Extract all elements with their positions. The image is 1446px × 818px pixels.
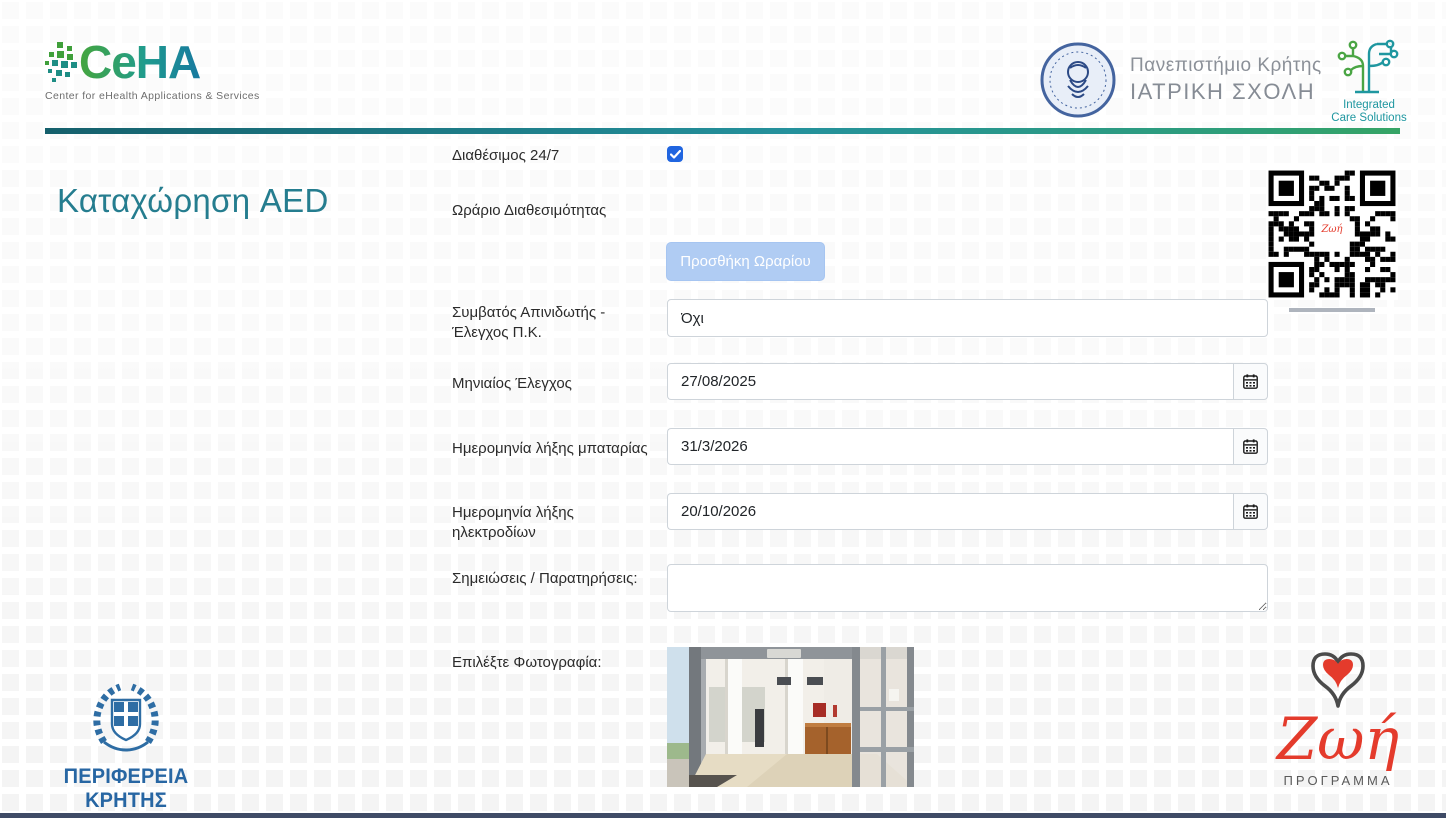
battery-expiry-input[interactable] [667,428,1233,465]
notes-label: Σημειώσεις / Παρατηρήσεις: [452,569,660,589]
crete-emblem-icon [86,680,166,760]
ceha-wordmark: CeHA [79,40,200,84]
battery-expiry-calendar-button[interactable] [1233,428,1268,465]
svg-text:Ζωή: Ζωή [1320,224,1342,235]
checkmark-icon [670,150,681,159]
qr-code-block: Ζωή [1266,168,1398,312]
footer-bar [0,813,1446,818]
university-of-crete-logo: Πανεπιστήμιο Κρήτης ΙΑΤΡΙΚΗ ΣΧΟΛΗ [1040,42,1322,118]
heart-icon [1301,648,1375,710]
electrodes-expiry-label: Ημερομηνία λήξης ηλεκτροδίων [452,503,660,543]
university-seal-icon [1040,42,1116,118]
compatible-defibrillator-input[interactable] [667,299,1268,337]
battery-expiry-label: Ημερομηνία λήξης μπαταρίας [452,439,660,459]
lobby-photo-image [667,647,914,787]
add-schedule-button[interactable]: Προσθήκη Ωραρίου [666,242,825,281]
notes-textarea[interactable] [667,564,1268,612]
page-title: Καταχώρηση AED [57,182,329,220]
calendar-icon [1243,374,1258,389]
calendar-icon [1243,504,1258,519]
available-24-7-checkbox[interactable] [667,146,683,162]
zoi-subtitle: ΠΡΟΓΡΑΜΜΑ [1258,773,1418,788]
ceha-logo: CeHA Center for eHealth Applications & S… [45,40,275,102]
monthly-check-label: Μηνιαίος Έλεγχος [452,374,660,394]
photo-label: Επιλέξτε Φωτογραφία: [452,653,660,673]
calendar-icon [1243,439,1258,454]
availability-schedule-label: Ωράριο Διαθεσιμότητας [452,201,660,221]
integrated-care-solutions-logo: Integrated Care Solutions [1328,36,1410,125]
qr-caption [1289,308,1375,312]
electrodes-expiry-input[interactable] [667,493,1233,530]
qr-code: Ζωή [1266,168,1398,300]
electrodes-expiry-calendar-button[interactable] [1233,493,1268,530]
ceha-mosaic-icon [45,42,79,84]
monthly-check-calendar-button[interactable] [1233,363,1268,400]
region-name-greek: ΠΕΡΙΦΕΡΕΙΑ ΚΡΗΤΗΣ [31,765,221,813]
ceha-tagline: Center for eHealth Applications & Servic… [45,90,275,102]
region-of-crete-logo: ΠΕΡΙΦΕΡΕΙΑ ΚΡΗΤΗΣ REGION OF CRETE [26,680,226,818]
aed-registration-page: CeHA Center for eHealth Applications & S… [0,0,1446,818]
zoi-program-logo: Ζωή ΠΡΟΓΡΑΜΜΑ [1258,648,1418,788]
compatible-defibrillator-label: Συμβατός Απινιδωτής - Έλεγχος Π.Κ. [452,303,660,343]
zoi-wordmark: Ζωή [1258,709,1418,769]
medical-school-name: ΙΑΤΡΙΚΗ ΣΧΟΛΗ [1130,79,1322,105]
university-name: Πανεπιστήμιο Κρήτης [1130,55,1322,77]
aed-location-photo[interactable] [667,647,914,787]
ics-label-line2: Care Solutions [1328,112,1410,125]
ics-label-line1: Integrated [1328,99,1410,112]
circuit-tree-icon [1333,36,1405,94]
available-24-7-label: Διαθέσιμος 24/7 [452,146,660,166]
header-divider [45,128,1400,134]
monthly-check-input[interactable] [667,363,1233,400]
